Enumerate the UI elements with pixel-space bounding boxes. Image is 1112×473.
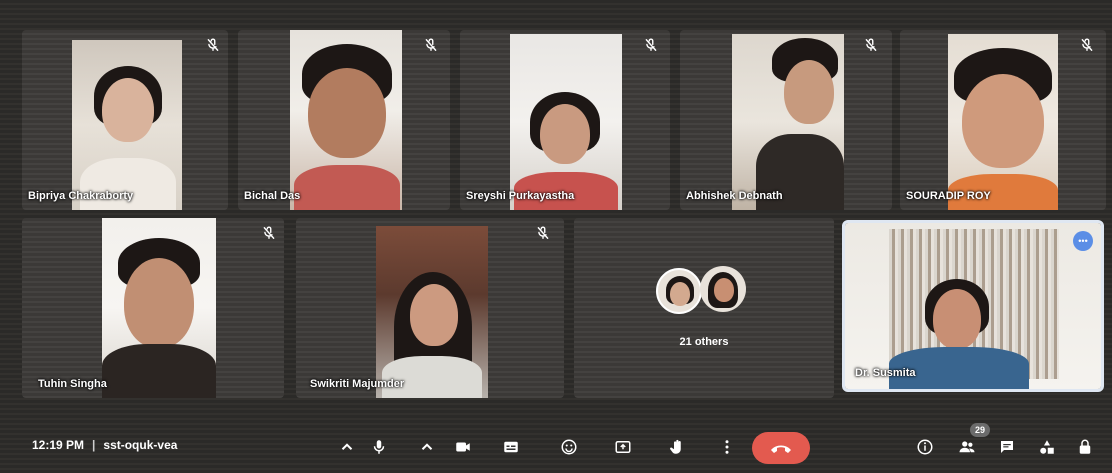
meeting-details: 12:19 PM | sst-oquk-vea (32, 438, 177, 452)
participant-tile[interactable]: Swikriti Majumder (296, 218, 564, 398)
mic-off-icon (1080, 38, 1094, 52)
people-icon[interactable] (956, 436, 978, 458)
speaking-indicator-icon: ••• (1073, 231, 1093, 251)
mic-off-icon (644, 38, 658, 52)
participant-video (732, 34, 844, 210)
mic-off-icon (864, 38, 878, 52)
mic-off-icon (262, 226, 276, 240)
participant-tile[interactable]: Sreyshi Purkayastha (460, 30, 670, 210)
end-call-icon (771, 445, 791, 453)
participant-name: Bichal Das (244, 190, 301, 202)
participant-video (376, 226, 488, 398)
participant-name: Swikriti Majumder (310, 378, 405, 390)
participant-tile-speaking[interactable]: ••• Dr. Susmita (842, 220, 1104, 392)
mic-off-icon (424, 38, 438, 52)
participant-tile[interactable]: Abhishek Debnath (680, 30, 892, 210)
participant-video (72, 40, 182, 210)
info-icon[interactable] (914, 436, 936, 458)
participant-name: Abhishek Debnath (686, 190, 783, 202)
present-icon[interactable] (612, 436, 634, 458)
emoji-icon[interactable] (558, 436, 580, 458)
others-avatar (656, 268, 702, 314)
meeting-time: 12:19 PM (32, 438, 85, 452)
chevron-up-icon[interactable] (336, 436, 358, 458)
chat-icon[interactable] (996, 436, 1018, 458)
mic-off-icon (206, 38, 220, 52)
separator: | (92, 438, 96, 452)
participant-tile[interactable]: Bichal Das (238, 30, 450, 210)
meeting-stage: Bipriya Chakraborty Bichal Das Sreyshi P… (0, 0, 1112, 473)
participant-name: SOURADIP ROY (906, 190, 991, 202)
camera-icon[interactable] (452, 436, 474, 458)
participant-video (102, 218, 216, 398)
chevron-up-icon[interactable] (416, 436, 438, 458)
others-avatar (700, 266, 746, 312)
participant-tile[interactable]: Tuhin Singha (22, 218, 284, 398)
meeting-code: sst-oquk-vea (103, 438, 178, 452)
participant-name: Tuhin Singha (38, 378, 107, 390)
participant-video (948, 34, 1058, 210)
participant-name: Dr. Susmita (855, 367, 916, 379)
activities-icon[interactable] (1036, 436, 1058, 458)
participant-video (845, 223, 1101, 389)
others-tile[interactable]: 21 others (574, 218, 834, 398)
end-call-button[interactable] (752, 432, 810, 464)
participant-count-badge: 29 (970, 423, 990, 437)
participant-name: Bipriya Chakraborty (28, 190, 134, 202)
mic-off-icon (536, 226, 550, 240)
raise-hand-icon[interactable] (666, 436, 688, 458)
lock-icon[interactable] (1074, 436, 1096, 458)
captions-icon[interactable] (500, 436, 522, 458)
more-options-icon[interactable] (716, 436, 738, 458)
others-count-label: 21 others (679, 336, 729, 348)
participant-tile[interactable]: SOURADIP ROY (900, 30, 1106, 210)
participant-tile[interactable]: Bipriya Chakraborty (22, 30, 228, 210)
participant-video (290, 30, 402, 210)
microphone-icon[interactable] (368, 436, 390, 458)
participant-video (510, 34, 622, 210)
meeting-toolbar: 12:19 PM | sst-oquk-vea 29 (0, 418, 1112, 473)
participant-name: Sreyshi Purkayastha (466, 190, 575, 202)
